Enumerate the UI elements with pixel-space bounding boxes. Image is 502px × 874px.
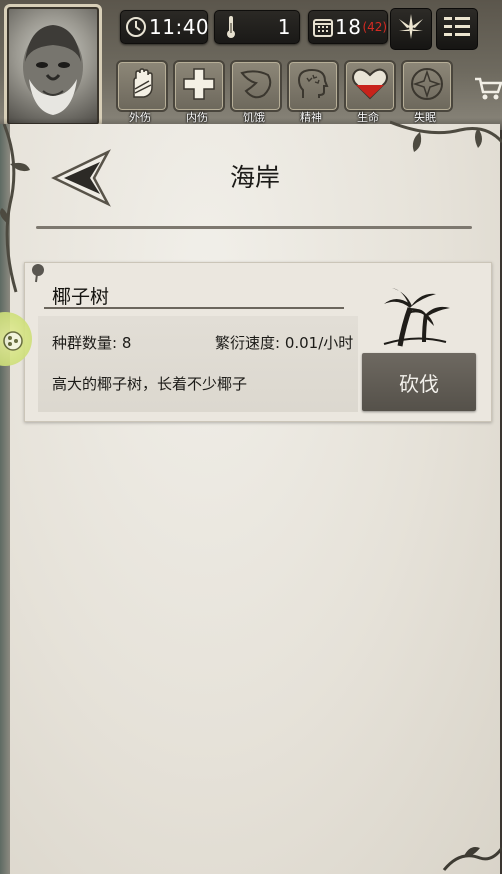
time-value: 11:40	[149, 15, 210, 39]
stomach-icon	[238, 67, 274, 105]
character-portrait[interactable]	[4, 4, 102, 128]
location-panel	[10, 124, 500, 874]
left-edge-decoration	[0, 124, 10, 874]
cart-icon	[474, 77, 502, 106]
cross-icon	[182, 67, 216, 105]
calendar-icon	[313, 15, 333, 39]
shop-cart-button[interactable]	[474, 76, 502, 106]
status-label-injury: 外伤	[129, 111, 151, 124]
status-mind[interactable]	[287, 60, 339, 112]
chop-button[interactable]: 砍伐	[362, 353, 476, 411]
resource-details	[38, 316, 358, 412]
temperature-display: 1	[214, 10, 300, 44]
status-health[interactable]	[344, 60, 396, 112]
resource-description: 高大的椰子树，长着不少椰子	[52, 375, 248, 393]
day-sub-value: (42)	[362, 20, 388, 34]
status-injury[interactable]	[116, 60, 168, 112]
status-label-internal: 内伤	[186, 111, 208, 124]
population-text: 种群数量: 8	[52, 334, 132, 352]
page-title: 海岸	[229, 163, 280, 192]
leaf-button[interactable]	[390, 8, 432, 50]
status-label-mind: 精神	[300, 111, 322, 124]
arrow-left-icon	[50, 149, 112, 212]
moon-icon	[409, 66, 445, 106]
resource-name-underline	[44, 307, 344, 309]
palm-tree-icon	[380, 284, 452, 352]
status-insomnia[interactable]	[401, 60, 453, 112]
thermometer-icon	[219, 15, 243, 39]
heart-icon	[351, 67, 389, 105]
clock-icon	[125, 15, 147, 39]
status-label-health: 生命	[357, 111, 379, 124]
dots-icon	[2, 330, 24, 356]
hand-icon	[125, 67, 159, 105]
status-label-insomnia: 失眠	[414, 111, 436, 124]
back-button[interactable]	[50, 148, 112, 208]
pin-icon	[30, 262, 46, 288]
leaf-icon	[395, 11, 427, 47]
status-hunger[interactable]	[230, 60, 282, 112]
temperature-value: 1	[277, 15, 291, 39]
day-value: 18	[335, 15, 362, 39]
growth-rate-text: 繁衍速度: 0.01/小时	[215, 334, 354, 352]
menu-icon	[443, 15, 471, 43]
time-display: 11:40	[120, 10, 210, 44]
head-icon	[295, 66, 331, 106]
top-hud: 11:40 1 18 (42) 外伤 内伤 饥饿 精神 生命 失眠	[0, 0, 502, 130]
status-label-hunger: 饥饿	[243, 111, 265, 124]
status-internal[interactable]	[173, 60, 225, 112]
resource-name: 椰子树	[52, 286, 110, 308]
menu-button[interactable]	[436, 8, 478, 50]
day-display: 18 (42)	[308, 10, 388, 44]
title-divider	[36, 226, 472, 229]
